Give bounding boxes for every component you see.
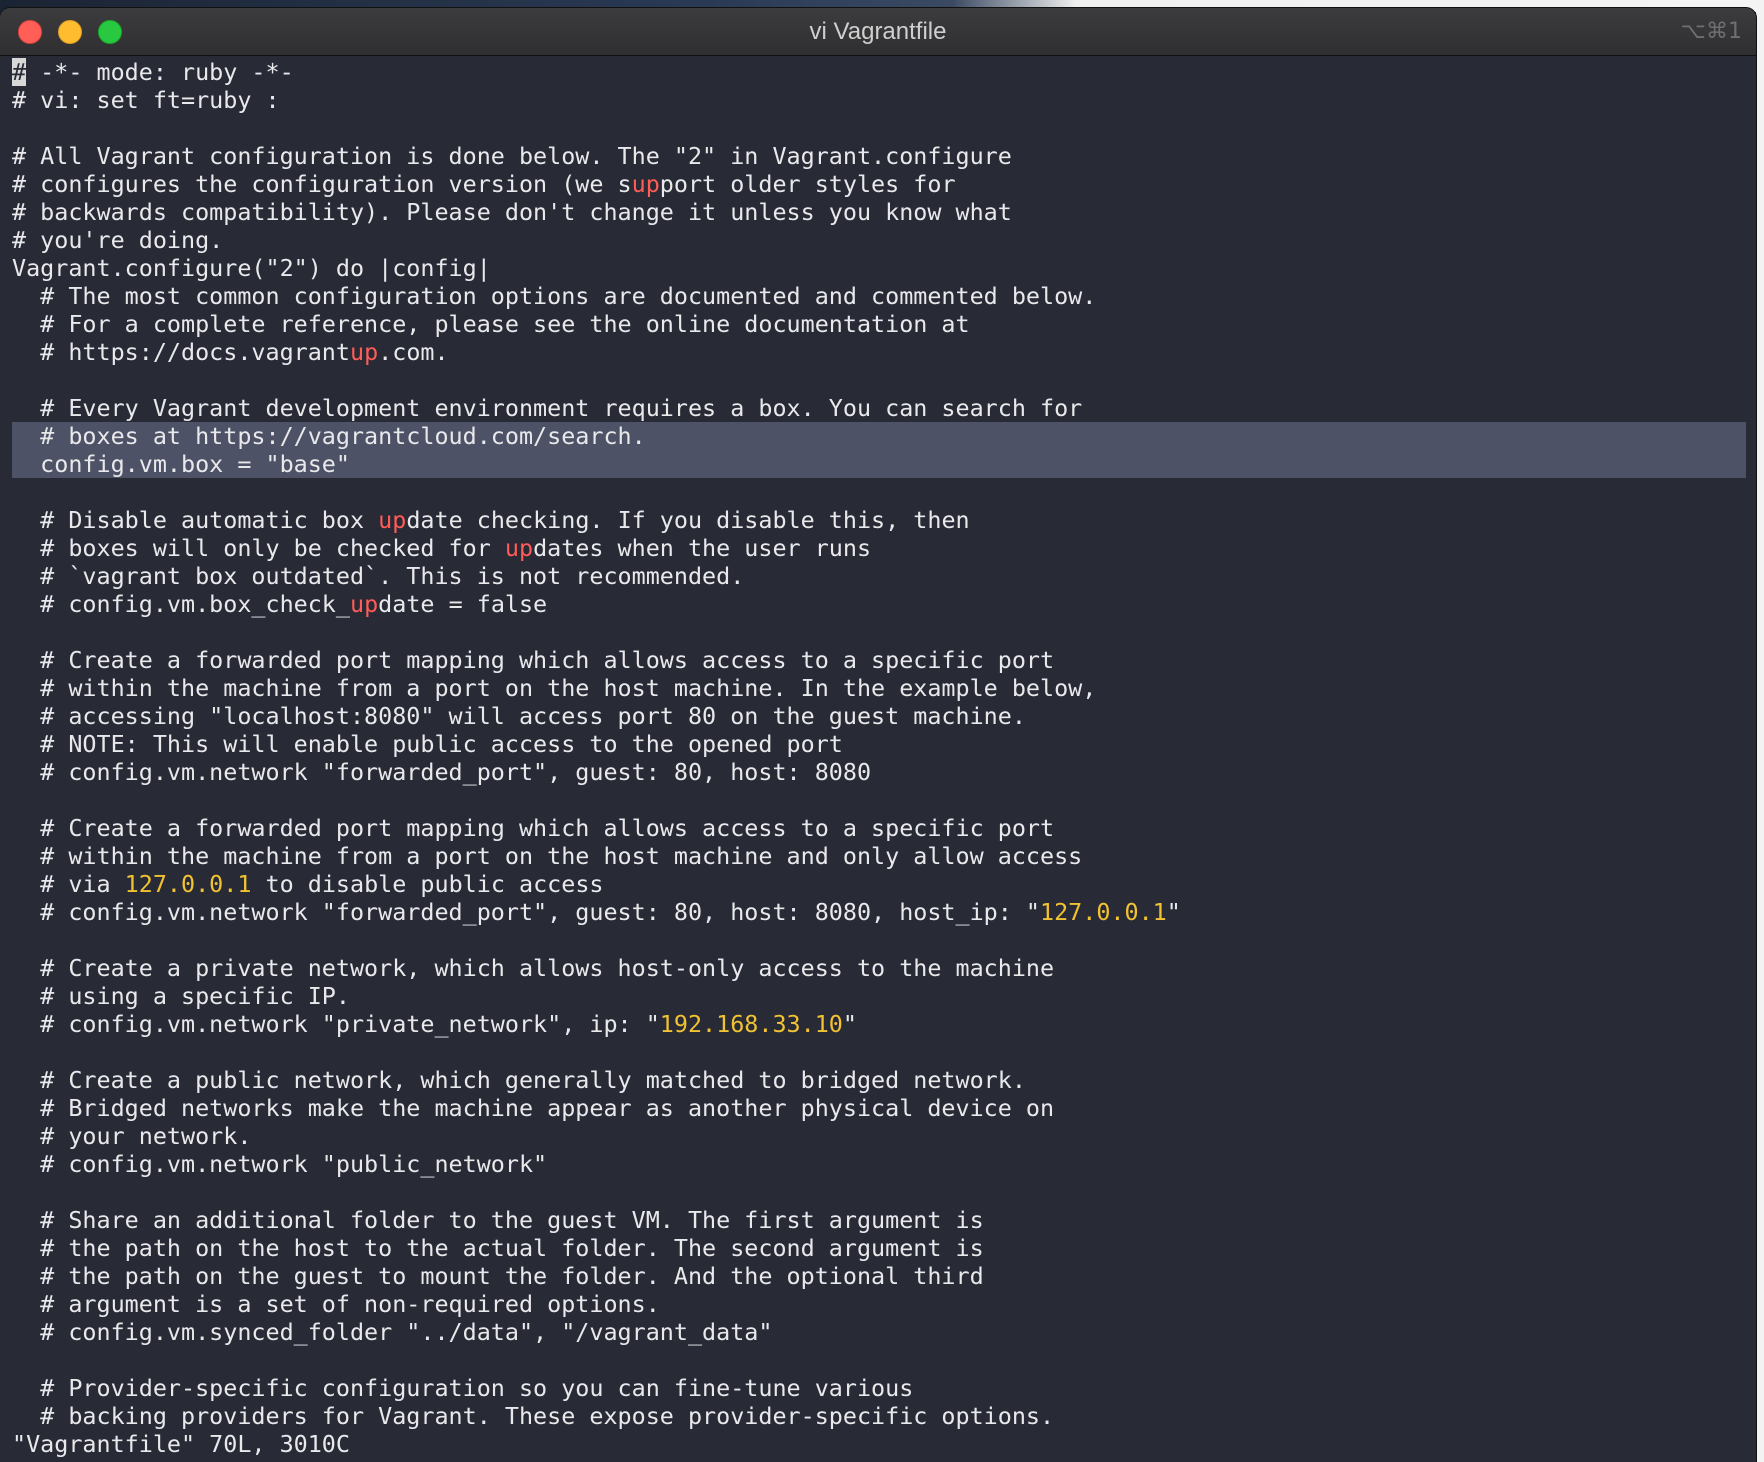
code-line: # Share an additional folder to the gues… bbox=[12, 1206, 984, 1234]
code-line: # -*- mode: ruby -*- bbox=[12, 58, 294, 86]
code-line: # `vagrant box outdated`. This is not re… bbox=[12, 562, 745, 590]
search-match: up bbox=[378, 506, 407, 534]
code-line: # configures the configuration version (… bbox=[12, 170, 956, 198]
code-line: # Create a public network, which general… bbox=[12, 1066, 1026, 1094]
selected-code-line: # boxes at https://vagrantcloud.com/sear… bbox=[12, 422, 1746, 450]
code-line: # within the machine from a port on the … bbox=[12, 842, 1083, 870]
terminal-window: vi Vagrantfile ⌥⌘1 # -*- mode: ruby -*- … bbox=[0, 8, 1756, 1462]
code-line: # Provider-specific configuration so you… bbox=[12, 1374, 914, 1402]
code-line: # Disable automatic box update checking.… bbox=[12, 506, 970, 534]
vim-editor-buffer[interactable]: # -*- mode: ruby -*- # vi: set ft=ruby :… bbox=[12, 58, 1746, 1462]
vim-status-line: "Vagrantfile" 70L, 3010C bbox=[12, 1430, 350, 1458]
ip-literal: 127.0.0.1 bbox=[124, 870, 252, 898]
search-match: up bbox=[349, 590, 379, 618]
code-line: # the path on the guest to mount the fol… bbox=[12, 1262, 984, 1290]
search-match: up bbox=[504, 534, 534, 562]
code-line: # argument is a set of non-required opti… bbox=[12, 1290, 660, 1318]
code-line: # your network. bbox=[12, 1122, 252, 1150]
code-line: # boxes will only be checked for updates… bbox=[12, 534, 872, 562]
window-shortcut-label: ⌥⌘1 bbox=[1680, 19, 1742, 44]
code-line: # you're doing. bbox=[12, 226, 224, 254]
code-line: # using a specific IP. bbox=[12, 982, 350, 1010]
code-line: # config.vm.box_check_update = false bbox=[12, 590, 548, 618]
code-line: # within the machine from a port on the … bbox=[12, 674, 1097, 702]
code-line: # Create a forwarded port mapping which … bbox=[12, 814, 1055, 842]
code-line: # backing providers for Vagrant. These e… bbox=[12, 1402, 1055, 1430]
code-line: # vi: set ft=ruby : bbox=[12, 86, 280, 114]
selected-code-line: config.vm.box = "base" bbox=[12, 450, 1746, 478]
ip-literal: 127.0.0.1 bbox=[1040, 898, 1167, 926]
code-line: # config.vm.network "public_network" bbox=[12, 1150, 548, 1178]
code-line: # the path on the host to the actual fol… bbox=[12, 1234, 984, 1262]
code-line: # For a complete reference, please see t… bbox=[12, 310, 970, 338]
code-line: Vagrant.configure("2") do |config| bbox=[12, 254, 491, 282]
background-window-edge bbox=[1756, 0, 1764, 1462]
code-line: # config.vm.synced_folder "../data", "/v… bbox=[12, 1318, 773, 1346]
code-line: # Create a private network, which allows… bbox=[12, 954, 1055, 982]
window-title: vi Vagrantfile bbox=[809, 18, 947, 45]
code-line: # backwards compatibility). Please don't… bbox=[12, 198, 1012, 226]
code-line: # Create a forwarded port mapping which … bbox=[12, 646, 1055, 674]
code-line: # Every Vagrant development environment … bbox=[12, 394, 1083, 422]
ip-literal: 192.168.33.10 bbox=[659, 1010, 843, 1038]
code-line: # config.vm.network "forwarded_port", gu… bbox=[12, 758, 872, 786]
code-line: # https://docs.vagrantup.com. bbox=[12, 338, 449, 366]
code-line: # config.vm.network "private_network", i… bbox=[12, 1010, 857, 1038]
code-line: # The most common configuration options … bbox=[12, 282, 1097, 310]
code-line: # accessing "localhost:8080" will access… bbox=[12, 702, 1026, 730]
code-line: # Bridged networks make the machine appe… bbox=[12, 1094, 1055, 1122]
code-line: # via 127.0.0.1 to disable public access bbox=[12, 870, 604, 898]
search-match: up bbox=[631, 170, 660, 198]
search-match: up bbox=[349, 338, 379, 366]
text-cursor: # bbox=[12, 58, 27, 86]
code-line: # All Vagrant configuration is done belo… bbox=[12, 142, 1012, 170]
code-line: # NOTE: This will enable public access t… bbox=[12, 730, 843, 758]
code-line: # config.vm.network "forwarded_port", gu… bbox=[12, 898, 1181, 926]
title-bar[interactable]: vi Vagrantfile ⌥⌘1 bbox=[0, 8, 1756, 56]
